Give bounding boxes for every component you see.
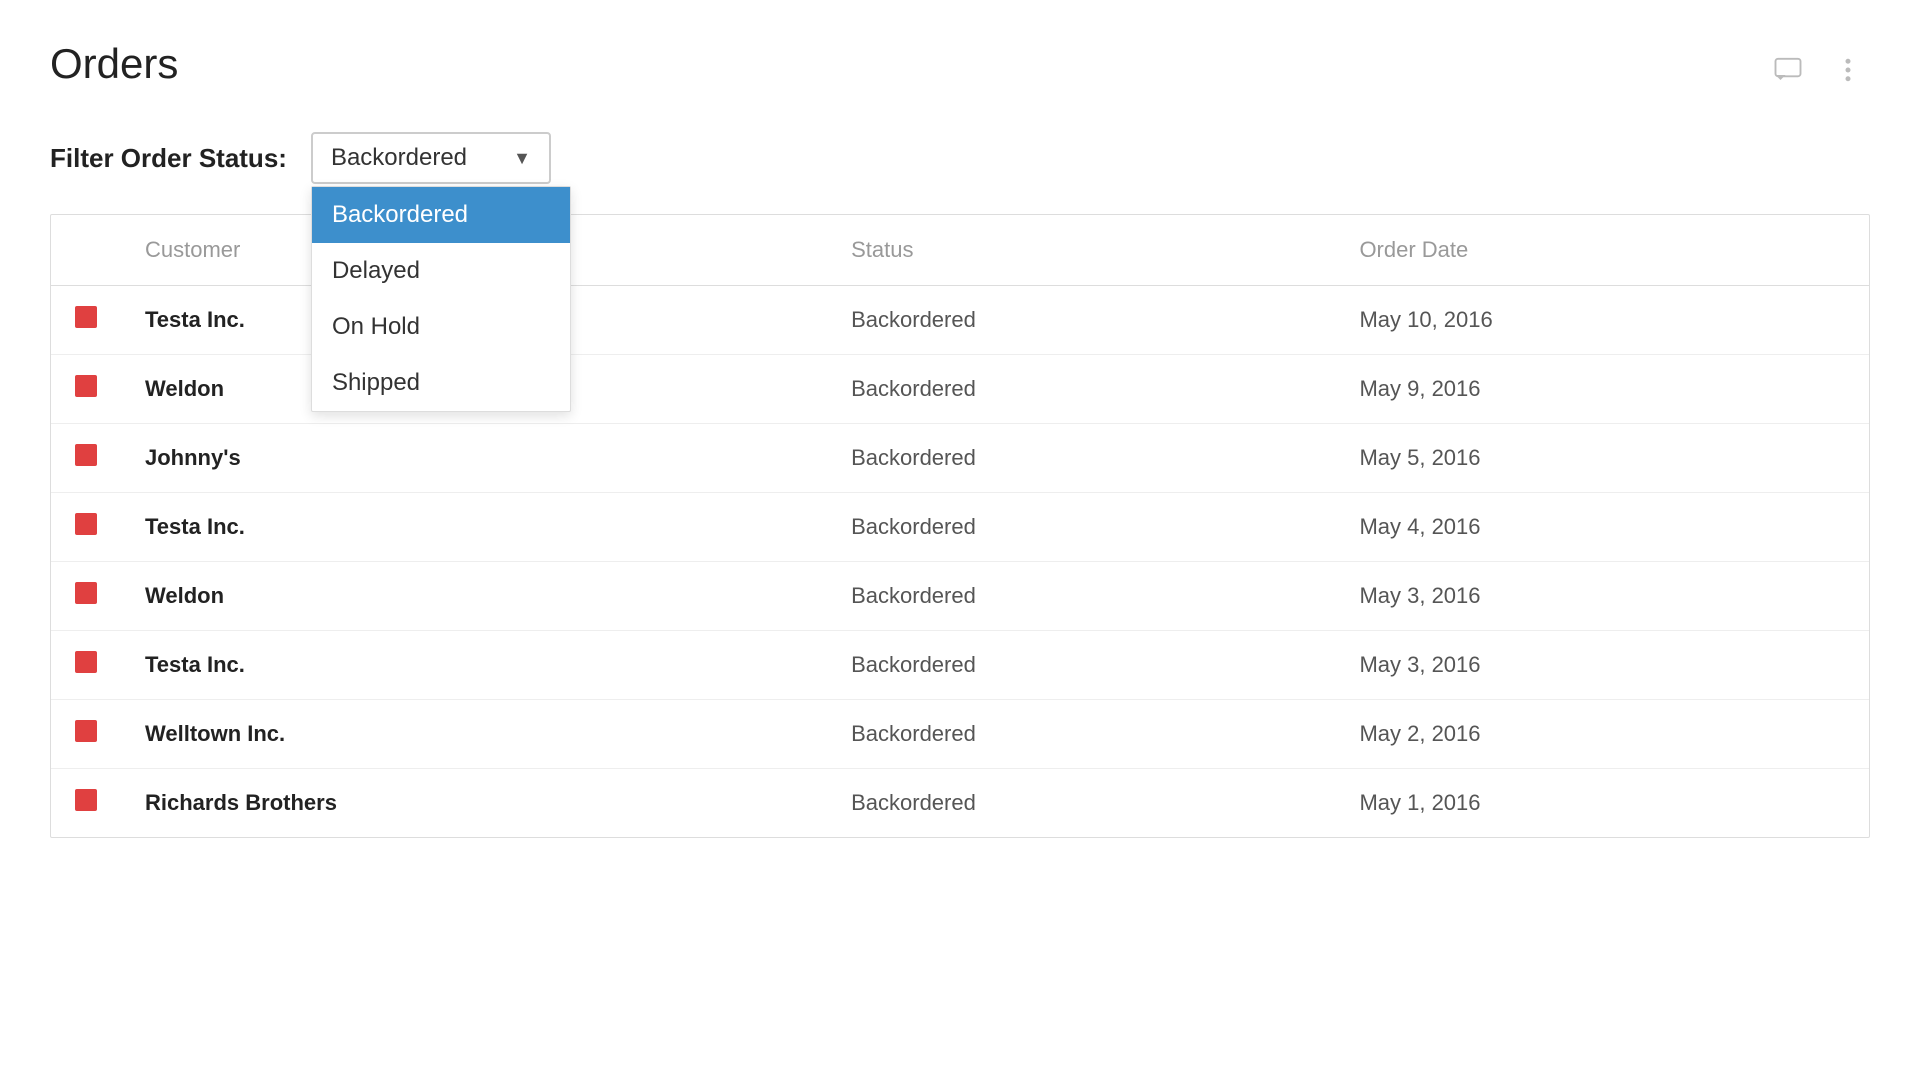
row-customer: Testa Inc.	[121, 631, 827, 700]
col-status: Status	[827, 215, 1335, 286]
row-icon-cell	[51, 769, 121, 838]
row-customer: Richards Brothers	[121, 769, 827, 838]
header-actions	[1766, 40, 1870, 92]
row-status: Backordered	[827, 286, 1335, 355]
col-icon	[51, 215, 121, 286]
row-icon-cell	[51, 493, 121, 562]
row-icon-cell	[51, 355, 121, 424]
table-row: Welltown Inc. Backordered May 2, 2016	[51, 700, 1869, 769]
status-icon	[75, 720, 97, 742]
table-row: Weldon Backordered May 3, 2016	[51, 562, 1869, 631]
more-icon	[1833, 55, 1863, 85]
row-customer: Testa Inc.	[121, 493, 827, 562]
row-icon-cell	[51, 286, 121, 355]
row-status: Backordered	[827, 355, 1335, 424]
more-button[interactable]	[1826, 48, 1870, 92]
row-customer: Weldon	[121, 562, 827, 631]
status-icon	[75, 789, 97, 811]
row-status: Backordered	[827, 631, 1335, 700]
page-header: Orders	[50, 40, 1870, 92]
filter-label: Filter Order Status:	[50, 143, 287, 174]
row-status: Backordered	[827, 562, 1335, 631]
row-order-date: May 10, 2016	[1335, 286, 1869, 355]
row-order-date: May 1, 2016	[1335, 769, 1869, 838]
status-icon	[75, 375, 97, 397]
table-row: Testa Inc. Backordered May 3, 2016	[51, 631, 1869, 700]
row-icon-cell	[51, 562, 121, 631]
table-row: Testa Inc. Backordered May 4, 2016	[51, 493, 1869, 562]
row-icon-cell	[51, 700, 121, 769]
row-status: Backordered	[827, 424, 1335, 493]
dropdown-item-backordered[interactable]: Backordered	[312, 187, 570, 243]
row-icon-cell	[51, 424, 121, 493]
dropdown-item-delayed[interactable]: Delayed	[312, 243, 570, 299]
table-row: Johnny's Backordered May 5, 2016	[51, 424, 1869, 493]
filter-dropdown-menu: Backordered Delayed On Hold Shipped	[311, 186, 571, 412]
chat-button[interactable]	[1766, 48, 1810, 92]
row-order-date: May 3, 2016	[1335, 631, 1869, 700]
row-icon-cell	[51, 631, 121, 700]
row-order-date: May 9, 2016	[1335, 355, 1869, 424]
filter-selected-value: Backordered	[331, 144, 467, 172]
page-title: Orders	[50, 40, 178, 88]
row-order-date: May 2, 2016	[1335, 700, 1869, 769]
status-icon	[75, 651, 97, 673]
chevron-down-icon: ▼	[513, 148, 531, 169]
row-order-date: May 4, 2016	[1335, 493, 1869, 562]
dropdown-item-shipped[interactable]: Shipped	[312, 355, 570, 411]
row-order-date: May 5, 2016	[1335, 424, 1869, 493]
row-status: Backordered	[827, 700, 1335, 769]
status-icon	[75, 513, 97, 535]
col-order-date: Order Date	[1335, 215, 1869, 286]
chat-icon	[1773, 55, 1803, 85]
status-icon	[75, 582, 97, 604]
row-customer: Welltown Inc.	[121, 700, 827, 769]
filter-row: Filter Order Status: Backordered ▼ Backo…	[50, 132, 1870, 184]
status-icon	[75, 444, 97, 466]
status-icon	[75, 306, 97, 328]
row-order-date: May 3, 2016	[1335, 562, 1869, 631]
table-row: Richards Brothers Backordered May 1, 201…	[51, 769, 1869, 838]
row-status: Backordered	[827, 769, 1335, 838]
filter-dropdown-wrapper: Backordered ▼ Backordered Delayed On Hol…	[311, 132, 551, 184]
filter-dropdown-trigger[interactable]: Backordered ▼	[311, 132, 551, 184]
row-customer: Johnny's	[121, 424, 827, 493]
row-status: Backordered	[827, 493, 1335, 562]
dropdown-item-on-hold[interactable]: On Hold	[312, 299, 570, 355]
